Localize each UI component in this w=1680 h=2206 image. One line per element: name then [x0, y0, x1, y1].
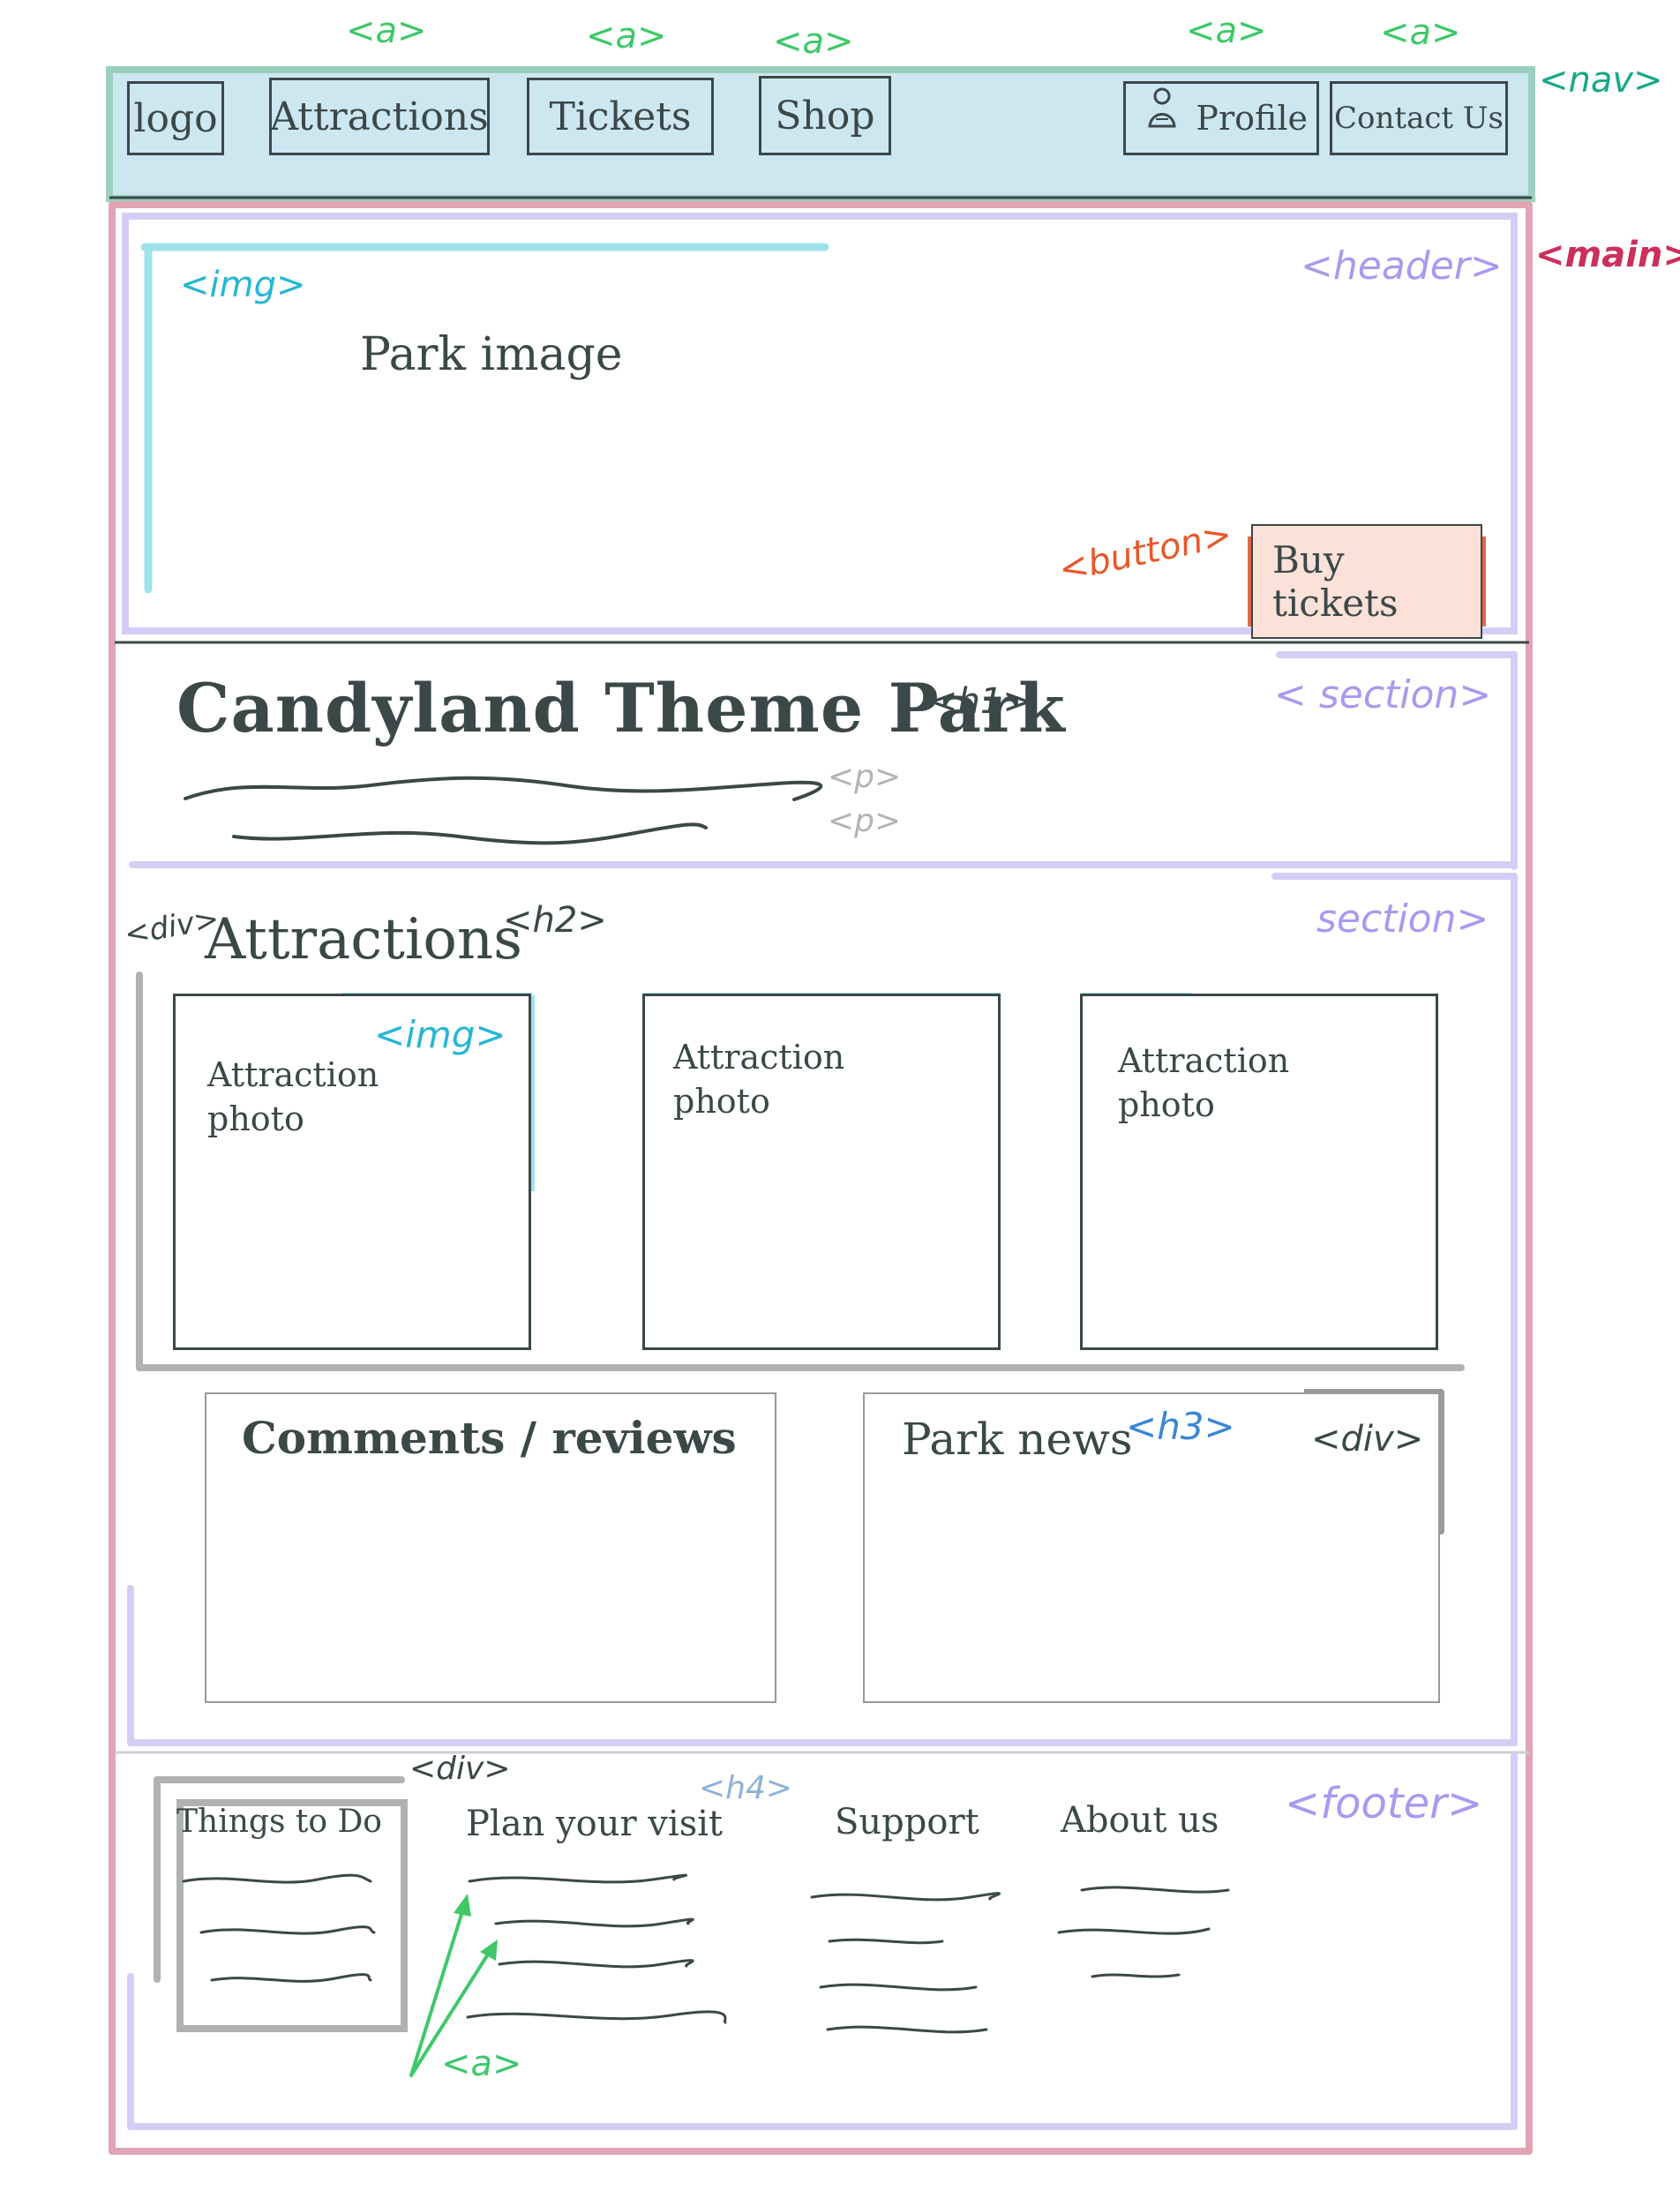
nav-link-attractions[interactable]: Attractions: [269, 78, 490, 155]
nav-a-tag-4: <a>: [1186, 11, 1267, 51]
p-squiggle-2: [232, 822, 708, 845]
news-title: Park news: [902, 1414, 1133, 1465]
nav-logo[interactable]: logo: [127, 81, 224, 155]
footer-div-tag: <div>: [409, 1751, 511, 1787]
h1-tag: <h1>: [928, 681, 1032, 722]
p-squiggle-1: [184, 776, 823, 801]
footer-a-tag: <a>: [441, 2044, 522, 2084]
header-tag: <header>: [1301, 244, 1503, 289]
nav-link-tickets[interactable]: Tickets: [527, 78, 714, 155]
nav-tag: <nav>: [1539, 60, 1663, 101]
h4-tag: <h4>: [699, 1770, 793, 1806]
nav-link-contact[interactable]: Contact Us: [1330, 81, 1508, 155]
nav-link-shop[interactable]: Shop: [759, 76, 891, 155]
h2-tag: <h2>: [503, 900, 607, 941]
buy-tickets-button[interactable]: Buy tickets: [1248, 524, 1486, 639]
attraction-photo-2[interactable]: Attraction photo: [642, 994, 1001, 1350]
nav-a-tag-1: <a>: [346, 11, 427, 51]
footer-heading-plan-your-visit: Plan your visit: [466, 1804, 724, 1844]
footer-heading-about-us: About us: [1061, 1800, 1219, 1841]
attraction-photo-3-label: Attraction photo: [1118, 1041, 1290, 1124]
nav-a-tag-3: <a>: [773, 21, 854, 62]
news-div-tag: <div>: [1311, 1419, 1424, 1459]
nav-a-tag-2: <a>: [586, 16, 667, 56]
attraction-photo-2-label: Attraction photo: [673, 1038, 845, 1121]
attraction-photo-1-label: Attraction photo: [207, 1055, 379, 1138]
nav-link-profile[interactable]: Profile: [1123, 81, 1319, 155]
p-tag-2: <p>: [828, 803, 902, 839]
attraction-photo-3[interactable]: Attraction photo: [1080, 994, 1438, 1350]
main-tag: <main>: [1535, 235, 1680, 275]
attractions-heading: Attractions: [205, 907, 522, 972]
footer-tag: <footer>: [1285, 1779, 1483, 1828]
photo-img-tag: <img>: [374, 1013, 506, 1056]
comments-card: Comments / reviews: [205, 1392, 776, 1703]
comments-title: Comments / reviews: [242, 1412, 737, 1464]
park-image-label: Park image: [360, 328, 623, 381]
header-img-tag: <img>: [180, 265, 306, 305]
footer-heading-support: Support: [835, 1802, 979, 1842]
nav-a-tag-5: <a>: [1380, 12, 1461, 53]
attractions-section-tag: section>: [1316, 897, 1489, 942]
intro-section-tag: < section>: [1274, 672, 1492, 717]
h3-tag: <h3>: [1126, 1405, 1235, 1448]
p-tag-1: <p>: [828, 759, 902, 795]
footer-heading-things-to-do: Things to Do: [176, 1804, 382, 1840]
